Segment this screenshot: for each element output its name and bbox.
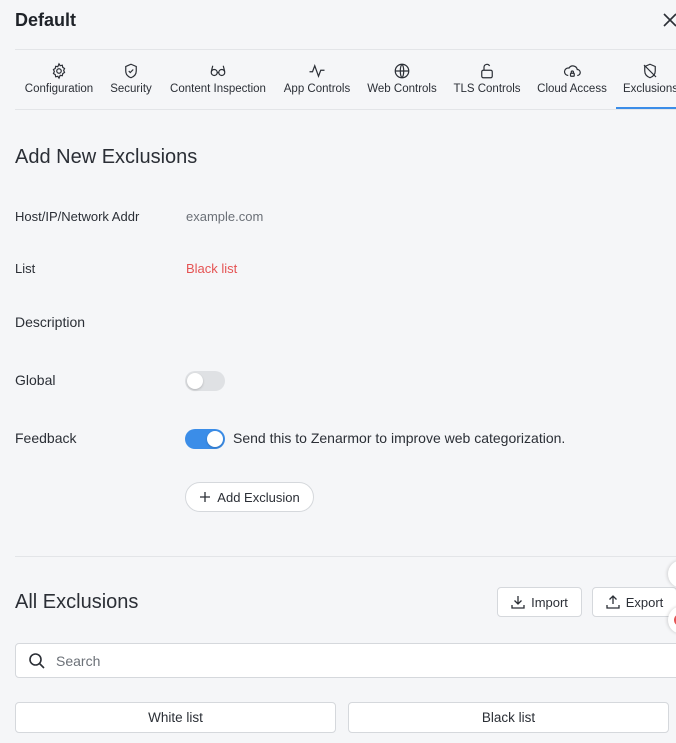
feedback-toggle[interactable]: [185, 429, 225, 449]
export-label: Export: [625, 594, 664, 610]
black-list-label: Black list: [481, 710, 536, 725]
add-exclusion-button[interactable]: Add Exclusion: [185, 482, 314, 512]
tab-label: Cloud Access: [537, 83, 607, 95]
unlock-icon: [481, 63, 493, 79]
tab-exclusions[interactable]: Exclusions: [616, 50, 676, 109]
list-select[interactable]: Black list: [186, 261, 237, 276]
global-toggle[interactable]: [185, 371, 225, 391]
dialog-header: Default: [0, 0, 676, 50]
section-divider: [15, 556, 676, 557]
toggle-knob: [187, 373, 203, 389]
host-input[interactable]: example.com: [186, 209, 263, 224]
import-button[interactable]: Import: [497, 587, 582, 617]
export-button[interactable]: Export: [592, 587, 676, 617]
white-list-tab[interactable]: White list: [15, 702, 336, 733]
description-label: Description: [15, 314, 86, 330]
feedback-text: Send this to Zenarmor to improve web cat…: [233, 430, 566, 446]
search-box[interactable]: [15, 643, 676, 678]
feedback-label: Feedback: [15, 430, 77, 446]
tab-label: TLS Controls: [453, 83, 521, 95]
close-icon[interactable]: [662, 12, 676, 28]
search-input[interactable]: [56, 651, 656, 671]
tab-label: Security: [110, 83, 152, 95]
tab-tls-controls[interactable]: TLS Controls: [451, 50, 523, 109]
globe-icon: [394, 63, 410, 79]
search-icon: [29, 653, 45, 669]
activity-icon: [309, 64, 325, 78]
shield-off-icon: [643, 63, 657, 79]
download-icon: [511, 596, 525, 609]
host-label: Host/IP/Network Addr: [15, 209, 140, 224]
import-label: Import: [531, 594, 568, 610]
cloud-lock-icon: [563, 65, 581, 77]
upload-icon: [606, 595, 620, 609]
tab-bar: Configuration Security Content Inspectio…: [0, 50, 676, 110]
dialog-title: Default: [15, 10, 77, 30]
tab-web-controls[interactable]: Web Controls: [365, 50, 439, 109]
tabs-divider: [15, 109, 676, 110]
glasses-icon: [210, 65, 226, 77]
tab-label: Web Controls: [367, 83, 437, 95]
add-exclusions-title: Add New Exclusions: [15, 146, 198, 168]
white-list-label: White list: [148, 710, 203, 725]
tab-app-controls[interactable]: App Controls: [281, 50, 353, 109]
tab-label: Content Inspection: [170, 83, 266, 95]
side-floating-button[interactable]: [668, 560, 676, 588]
toggle-knob: [207, 431, 223, 447]
global-label: Global: [15, 372, 56, 388]
tab-label: Configuration: [24, 83, 94, 95]
description-input[interactable]: [186, 308, 646, 336]
tab-label: Exclusions: [623, 83, 676, 95]
tab-security[interactable]: Security: [107, 50, 155, 109]
list-label: List: [15, 261, 36, 276]
gear-icon: [52, 62, 66, 80]
plus-icon: [200, 492, 211, 502]
tab-configuration[interactable]: Configuration: [22, 50, 96, 109]
black-list-tab[interactable]: Black list: [348, 702, 669, 733]
shield-check-icon: [125, 63, 137, 79]
all-exclusions-title: All Exclusions: [15, 591, 139, 613]
tab-cloud-access[interactable]: Cloud Access: [534, 50, 610, 109]
add-exclusion-label: Add Exclusion: [217, 489, 300, 505]
tab-content-inspection[interactable]: Content Inspection: [167, 50, 269, 109]
tab-label: App Controls: [283, 83, 351, 95]
